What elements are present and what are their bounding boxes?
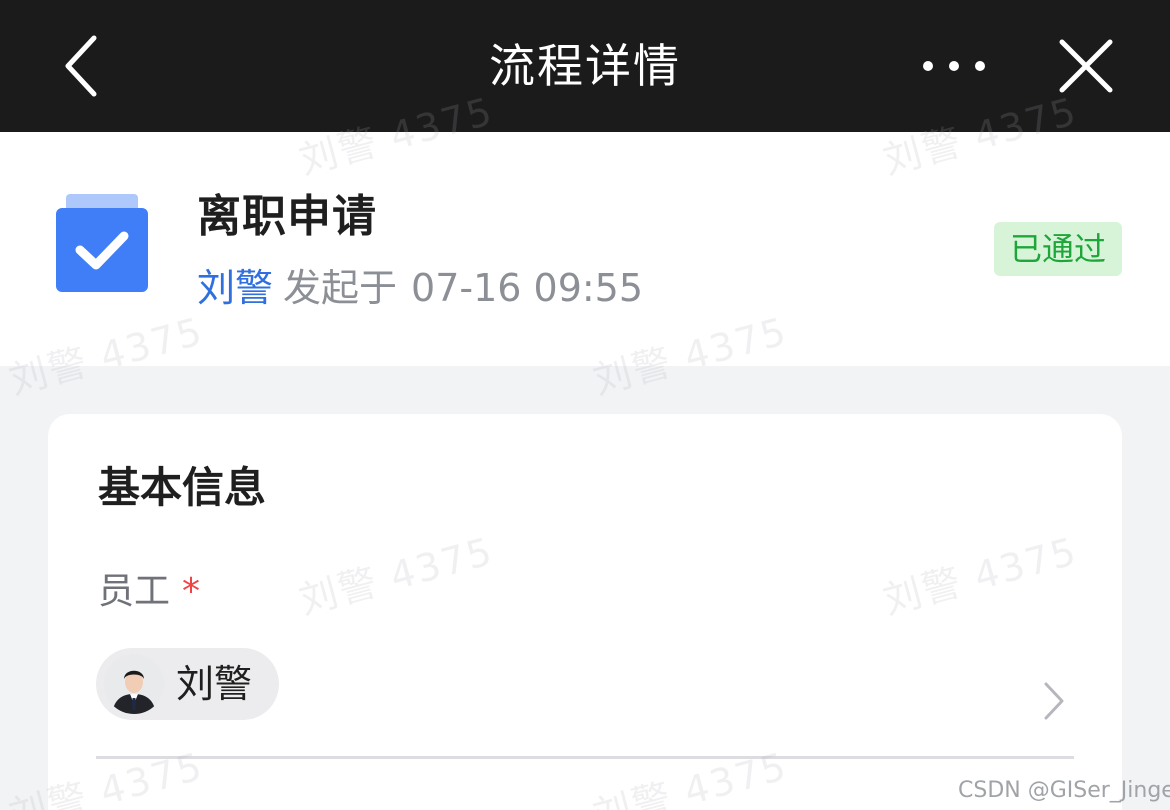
initiated-time: 07-16 09:55 xyxy=(411,266,644,310)
employee-name: 刘警 xyxy=(176,662,253,706)
top-navbar: 流程详情 xyxy=(0,0,1170,132)
initiator-link[interactable]: 刘警 xyxy=(197,266,273,310)
avatar xyxy=(104,654,164,714)
employee-label-text: 员工 xyxy=(98,571,171,612)
flow-subtitle: 刘警 发起于 07-16 09:55 xyxy=(197,263,643,313)
approval-check-icon xyxy=(56,194,148,292)
field-divider xyxy=(96,756,1074,759)
required-mark: * xyxy=(182,571,201,612)
employee-field-label: 员工 * xyxy=(98,568,200,616)
chevron-right-icon[interactable] xyxy=(1038,680,1068,722)
more-options-icon[interactable] xyxy=(918,52,990,80)
initiated-label: 发起于 xyxy=(283,266,398,310)
source-credit: CSDN @GISer_Jinger xyxy=(958,778,1170,803)
flow-title: 离职申请 xyxy=(197,191,377,242)
page-title: 流程详情 xyxy=(489,39,681,93)
basic-info-card: 基本信息 员工 * 刘警 xyxy=(48,414,1122,810)
close-icon[interactable] xyxy=(1054,34,1118,98)
status-badge: 已通过 xyxy=(994,222,1122,276)
avatar-person-icon xyxy=(104,654,164,714)
section-title: 基本信息 xyxy=(98,463,267,512)
page: 流程详情 离职申请 刘警 发起于 07-16 09:55 已通过 基本信息 员工 * xyxy=(0,0,1170,810)
employee-chip[interactable]: 刘警 xyxy=(96,648,279,720)
flow-header: 离职申请 刘警 发起于 07-16 09:55 已通过 xyxy=(0,132,1170,366)
